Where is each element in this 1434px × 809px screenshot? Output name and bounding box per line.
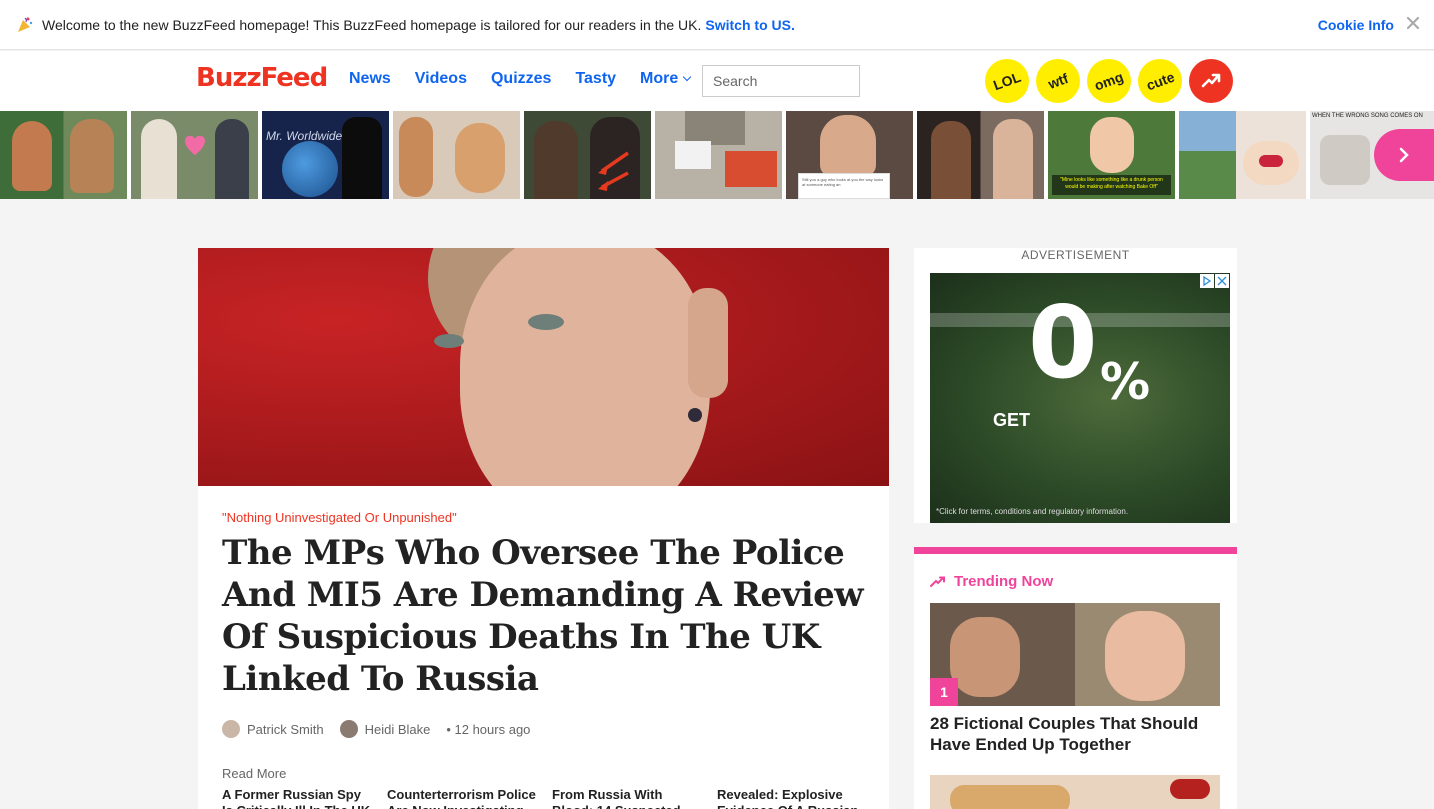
notice-message: Welcome to the new BuzzFeed homepage! Th… (42, 16, 702, 33)
badge-lol[interactable]: LOL (985, 59, 1029, 103)
thumbnail-strip: Mr. Worldwide Still you a guy who looks … (0, 111, 1434, 199)
ad-label: ADVERTISEMENT (1021, 248, 1130, 262)
thumbnail-4[interactable] (393, 111, 520, 199)
featured-article-image[interactable] (198, 248, 889, 486)
author-heidi-blake[interactable]: Heidi Blake (339, 720, 431, 738)
search-input[interactable] (702, 65, 860, 97)
advertisement: ADVERTISEMENT 0 % GET *Click for terms, … (914, 248, 1237, 523)
ad-fine-print: *Click for terms, conditions and regulat… (936, 507, 1129, 516)
strip-next-button[interactable] (1374, 129, 1434, 181)
related-link[interactable]: A Former Russian Spy Is Critically Ill I… (222, 787, 387, 809)
trending-item-image[interactable] (930, 775, 1220, 809)
thumbnail-6[interactable] (655, 111, 782, 199)
party-popper-icon (18, 17, 33, 32)
avatar (222, 720, 240, 738)
author-patrick-smith[interactable]: Patrick Smith (222, 720, 324, 738)
meme-caption: WHEN THE WRONG SONG COMES ON (1312, 113, 1423, 119)
thumbnail-9[interactable]: "Mine looks like something like a drunk … (1048, 111, 1175, 199)
nav-news[interactable]: News (349, 70, 391, 88)
ad-close-icon[interactable] (1215, 274, 1229, 288)
site-header: BuzzFeed News Videos Quizzes Tasty More … (0, 51, 1434, 111)
thumbnail-10[interactable] (1179, 111, 1306, 199)
ad-big-number: 0 (1028, 284, 1098, 401)
badge-wtf[interactable]: wtf (1036, 59, 1080, 103)
ad-percent: % (1100, 353, 1151, 411)
switch-to-us-link[interactable]: Switch to US. (705, 17, 794, 33)
author-name: Patrick Smith (247, 721, 324, 737)
adchoices-icon[interactable] (1200, 274, 1214, 288)
avatar (339, 720, 358, 738)
featured-article-card: "Nothing Uninvestigated Or Unpunished" T… (198, 248, 889, 809)
trending-arrow-icon (930, 576, 945, 587)
trending-panel: Trending Now 1 28 Fictional Couples That… (914, 547, 1237, 809)
badge-lol-label: LOL (991, 68, 1023, 94)
buzzfeed-logo[interactable]: BuzzFeed (196, 63, 328, 93)
related-link[interactable]: Counterterrorism Police Are Now Investig… (387, 787, 552, 809)
ad-choices[interactable] (1200, 274, 1229, 288)
main-nav: News Videos Quizzes Tasty More (349, 70, 690, 88)
trending-rank-badge: 1 (930, 678, 958, 706)
ad-banner[interactable]: 0 % GET *Click for terms, conditions and… (930, 273, 1230, 523)
article-headline[interactable]: The MPs Who Oversee The Police And MI5 A… (222, 532, 872, 700)
badge-cute[interactable]: cute (1138, 59, 1182, 103)
trending-arrow-icon (1201, 73, 1221, 88)
read-more-label: Read More (222, 766, 287, 781)
ad-get-text: GET (993, 410, 1031, 430)
author-name: Heidi Blake (364, 721, 431, 737)
related-link[interactable]: From Russia With Blood: 14 Suspected (552, 787, 717, 809)
close-icon[interactable] (1406, 16, 1420, 30)
chevron-right-icon (1399, 147, 1409, 163)
nav-quizzes[interactable]: Quizzes (491, 70, 551, 88)
thumbnail-1[interactable] (0, 111, 127, 199)
tweet-overlay: Still you a guy who looks at you the way… (798, 173, 890, 199)
thumbnail-3[interactable]: Mr. Worldwide (262, 111, 389, 199)
trending-item-image[interactable] (930, 603, 1220, 706)
notice-bar: Welcome to the new BuzzFeed homepage! Th… (0, 0, 1434, 50)
reaction-badges: LOL wtf omg cute (985, 59, 1233, 103)
badge-omg-label: omg (1092, 68, 1126, 94)
cookie-info-link[interactable]: Cookie Info (1318, 17, 1394, 33)
thumbnail-8[interactable] (917, 111, 1044, 199)
thumbnail-2[interactable] (131, 111, 258, 199)
trending-item-title[interactable]: 28 Fictional Couples That Should Have En… (930, 713, 1220, 755)
article-byline: Patrick Smith Heidi Blake • 12 hours ago (222, 720, 530, 738)
thumbnail-5[interactable] (524, 111, 651, 199)
trending-heading-label: Trending Now (954, 573, 1054, 590)
thumbnail-9-caption: "Mine looks like something like a drunk … (1052, 175, 1171, 195)
nav-more[interactable]: More (640, 70, 690, 88)
badge-cute-label: cute (1143, 68, 1177, 94)
trending-heading: Trending Now (930, 573, 1053, 590)
related-link[interactable]: Revealed: Explosive Evidence Of A Russia… (717, 787, 882, 809)
badge-trending[interactable] (1189, 59, 1233, 103)
nav-videos[interactable]: Videos (415, 70, 467, 88)
nav-tasty[interactable]: Tasty (575, 70, 616, 88)
thumbnail-7[interactable]: Still you a guy who looks at you the way… (786, 111, 913, 199)
badge-omg[interactable]: omg (1087, 59, 1131, 103)
article-timestamp: • 12 hours ago (446, 721, 531, 737)
badge-wtf-label: wtf (1045, 70, 1071, 92)
related-links: A Former Russian Spy Is Critically Ill I… (222, 787, 882, 809)
article-kicker: "Nothing Uninvestigated Or Unpunished" (222, 510, 457, 525)
